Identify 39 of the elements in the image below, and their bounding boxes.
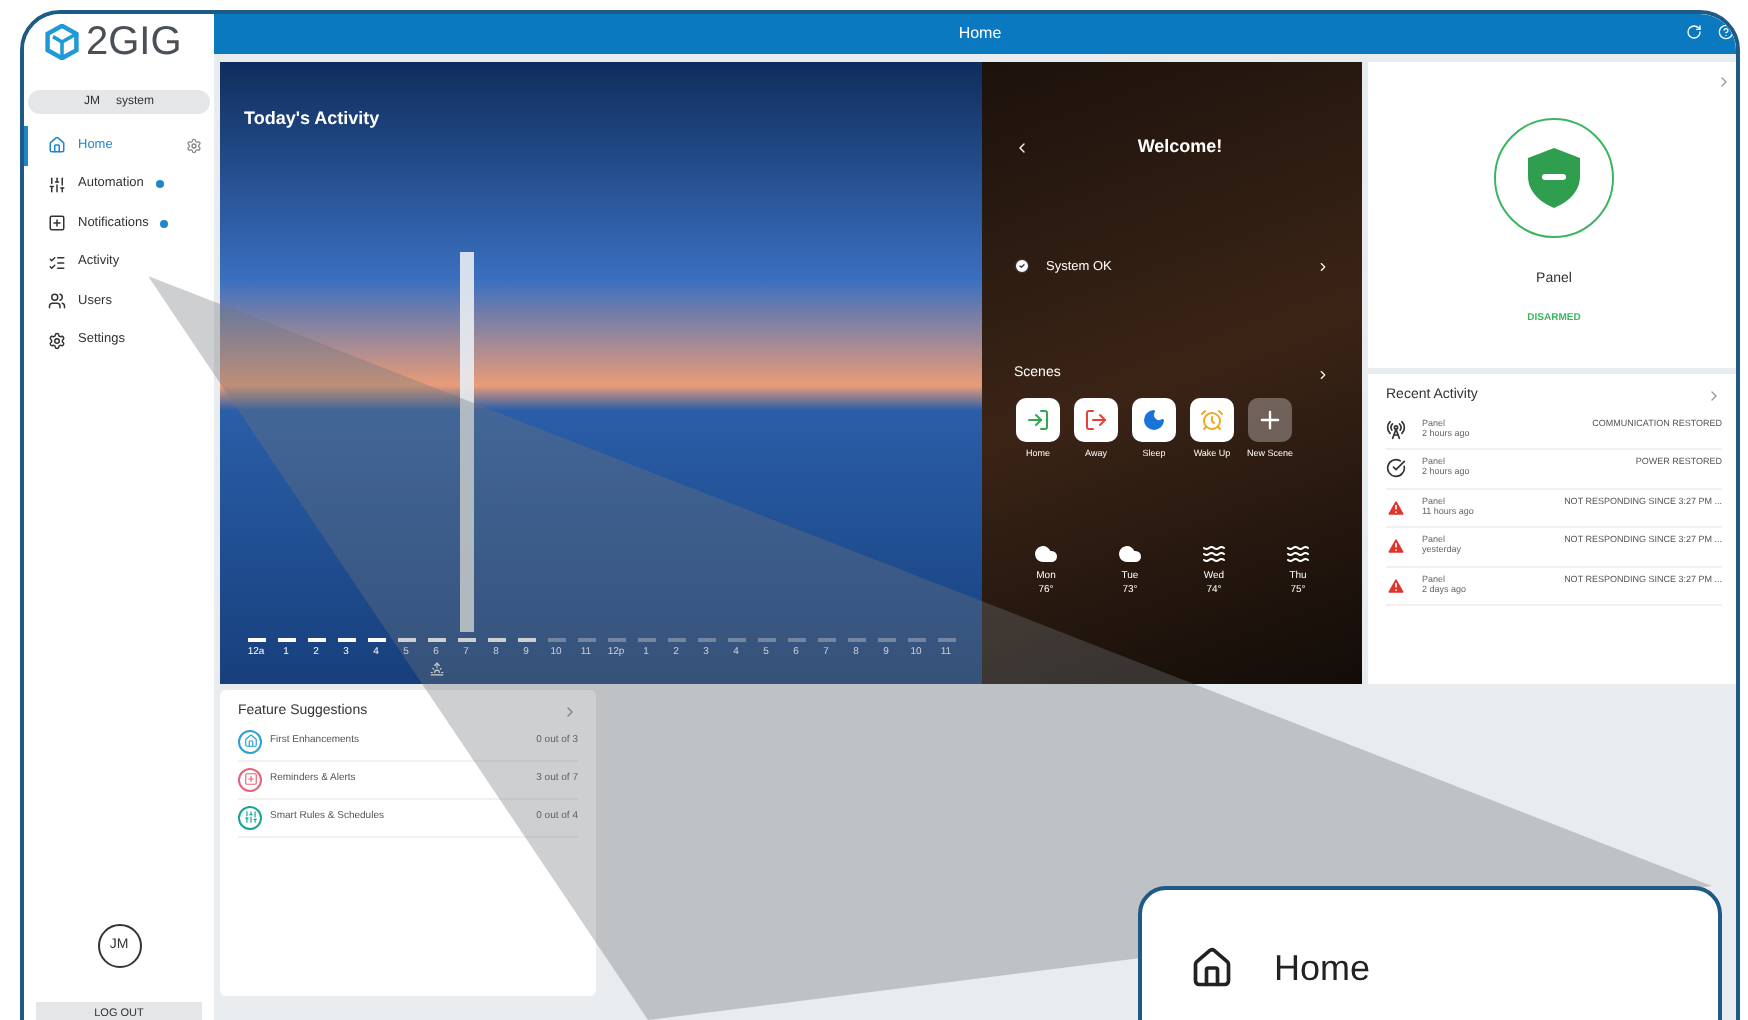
moon-icon [1142,407,1166,432]
waves-icon [1202,541,1226,565]
activity-title: Today's Activity [244,106,382,132]
check-circle-icon [1014,258,1030,275]
sliders-icon [243,810,257,824]
home-icon [48,136,66,155]
list-icon [48,253,66,272]
cube-logo-icon [44,24,80,60]
welcome-title: Welcome! [1135,134,1225,160]
users-icon [48,292,66,311]
warning-icon [1386,497,1406,518]
check-circle-icon [1386,458,1406,479]
back-icon[interactable] [1014,139,1030,156]
waves-icon [1286,541,1310,565]
enter-icon [1026,407,1050,432]
warning-icon [1386,575,1406,596]
refresh-icon[interactable] [1686,24,1702,40]
warning-icon [1386,536,1406,557]
chevron-right-icon[interactable] [1316,368,1330,382]
home-icon [243,734,257,748]
sunrise-icon [430,662,444,676]
cloud-icon [1034,541,1058,565]
brand-logo: 2GIG [86,22,182,62]
alarm-clock-icon [1200,407,1224,432]
shield-ring-icon [1494,118,1614,238]
gear-icon[interactable] [186,137,202,154]
plus-icon [1256,405,1284,434]
square-plus-icon [243,772,257,786]
sliders-icon [48,175,66,194]
cloud-icon [1118,541,1142,565]
home-icon [1190,946,1234,990]
settings-icon [48,331,66,350]
square-plus-icon [48,214,66,233]
help-icon[interactable] [1718,24,1734,40]
header-title: Home [958,22,1002,46]
tower-icon [1386,419,1406,440]
chevron-right-icon [1316,259,1330,274]
exit-icon [1084,407,1108,432]
callout-label: Home [1274,950,1371,986]
